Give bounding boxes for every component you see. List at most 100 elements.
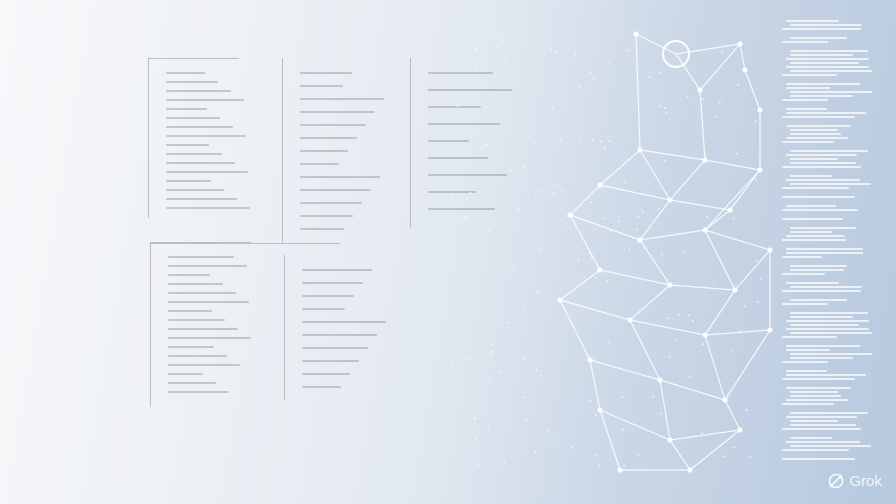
network-particle [554,50,557,53]
network-particle [505,60,508,63]
network-particle [540,375,542,377]
network-particle [469,192,472,194]
text-column-line [790,420,838,422]
network-particle [689,375,692,378]
text-column-line [786,248,863,250]
network-particle [465,197,468,200]
network-particle [756,260,758,263]
text-column-line [790,70,872,72]
text-column-line [782,99,828,101]
text-column-line [786,320,869,322]
network-particle [659,105,662,108]
network-edge [629,319,661,381]
text-column-line [790,265,847,267]
network-edge [559,299,631,321]
text-column-line [786,235,845,237]
network-particle [537,290,540,293]
network-particle [559,138,562,141]
network-particle [637,453,640,456]
text-column-line [786,125,851,127]
text-column-line [790,91,872,93]
network-edge [699,89,706,161]
text-column-line [790,324,859,326]
network-particle [561,189,564,192]
network-particle [513,266,515,268]
text-column-line [786,374,866,376]
network-particle [492,350,494,353]
text-column-line [782,403,834,405]
network-particle [473,418,476,420]
text-column-line [790,50,868,52]
network-particle [578,86,580,88]
network-particle [705,216,708,219]
network-node [737,427,743,433]
network-edge [734,249,771,291]
network-edge [635,33,641,151]
network-particle [620,159,623,161]
network-particle [607,61,609,64]
network-particle [659,72,662,74]
network-particle [714,115,717,118]
network-particle [754,120,757,123]
network-particle [549,48,552,51]
network-particle [487,230,490,232]
network-particle [737,84,739,86]
network-particle [522,396,525,398]
network-node [617,467,623,473]
network-node [732,287,738,293]
network-particle [604,146,606,149]
network-particle [501,39,504,42]
network-node [697,87,703,93]
network-particle [595,454,598,457]
text-column-line [782,239,846,241]
grok-logo-icon [829,473,844,489]
network-node [702,332,708,338]
network-edge [669,284,736,291]
network-particle [578,135,581,137]
network-particle [476,129,479,132]
network-particle [637,240,639,243]
network-particle [534,193,537,196]
text-column-line [782,41,828,43]
network-edge [639,149,671,201]
network-particle [595,414,597,416]
text-column-line [782,458,855,460]
text-column-line [790,286,862,288]
network-particle [754,178,757,181]
watermark-label: Grok [849,472,882,490]
network-particle [489,380,491,382]
text-column-line [786,345,860,347]
network-particle [468,358,471,360]
network-edge [599,409,671,441]
text-column-line [790,424,856,426]
network-particle [760,277,763,280]
text-column-line [790,299,847,301]
network-particle [731,349,734,352]
text-column-line [782,141,834,143]
network-particle [571,445,574,448]
network-particle [756,301,759,303]
network-particle [477,465,480,467]
network-particle [533,140,536,143]
network-edge [569,214,601,271]
network-particle [683,250,686,253]
text-column-line [790,183,871,185]
text-column-line [790,353,872,355]
network-particle [660,413,663,415]
text-column-line [782,74,837,76]
network-edge [559,299,591,361]
network-edge [639,239,671,286]
network-particle [518,208,520,211]
text-column-line [782,449,849,451]
network-node [597,267,603,273]
network-particle [503,462,506,465]
network-particle [621,428,624,431]
network-particle [735,152,738,155]
network-particle [456,105,459,108]
text-column-line [786,83,860,85]
network-particle [538,249,541,251]
text-column-line [790,24,862,26]
text-column-line [786,179,860,181]
network-particle [559,218,561,221]
network-node [637,147,643,153]
